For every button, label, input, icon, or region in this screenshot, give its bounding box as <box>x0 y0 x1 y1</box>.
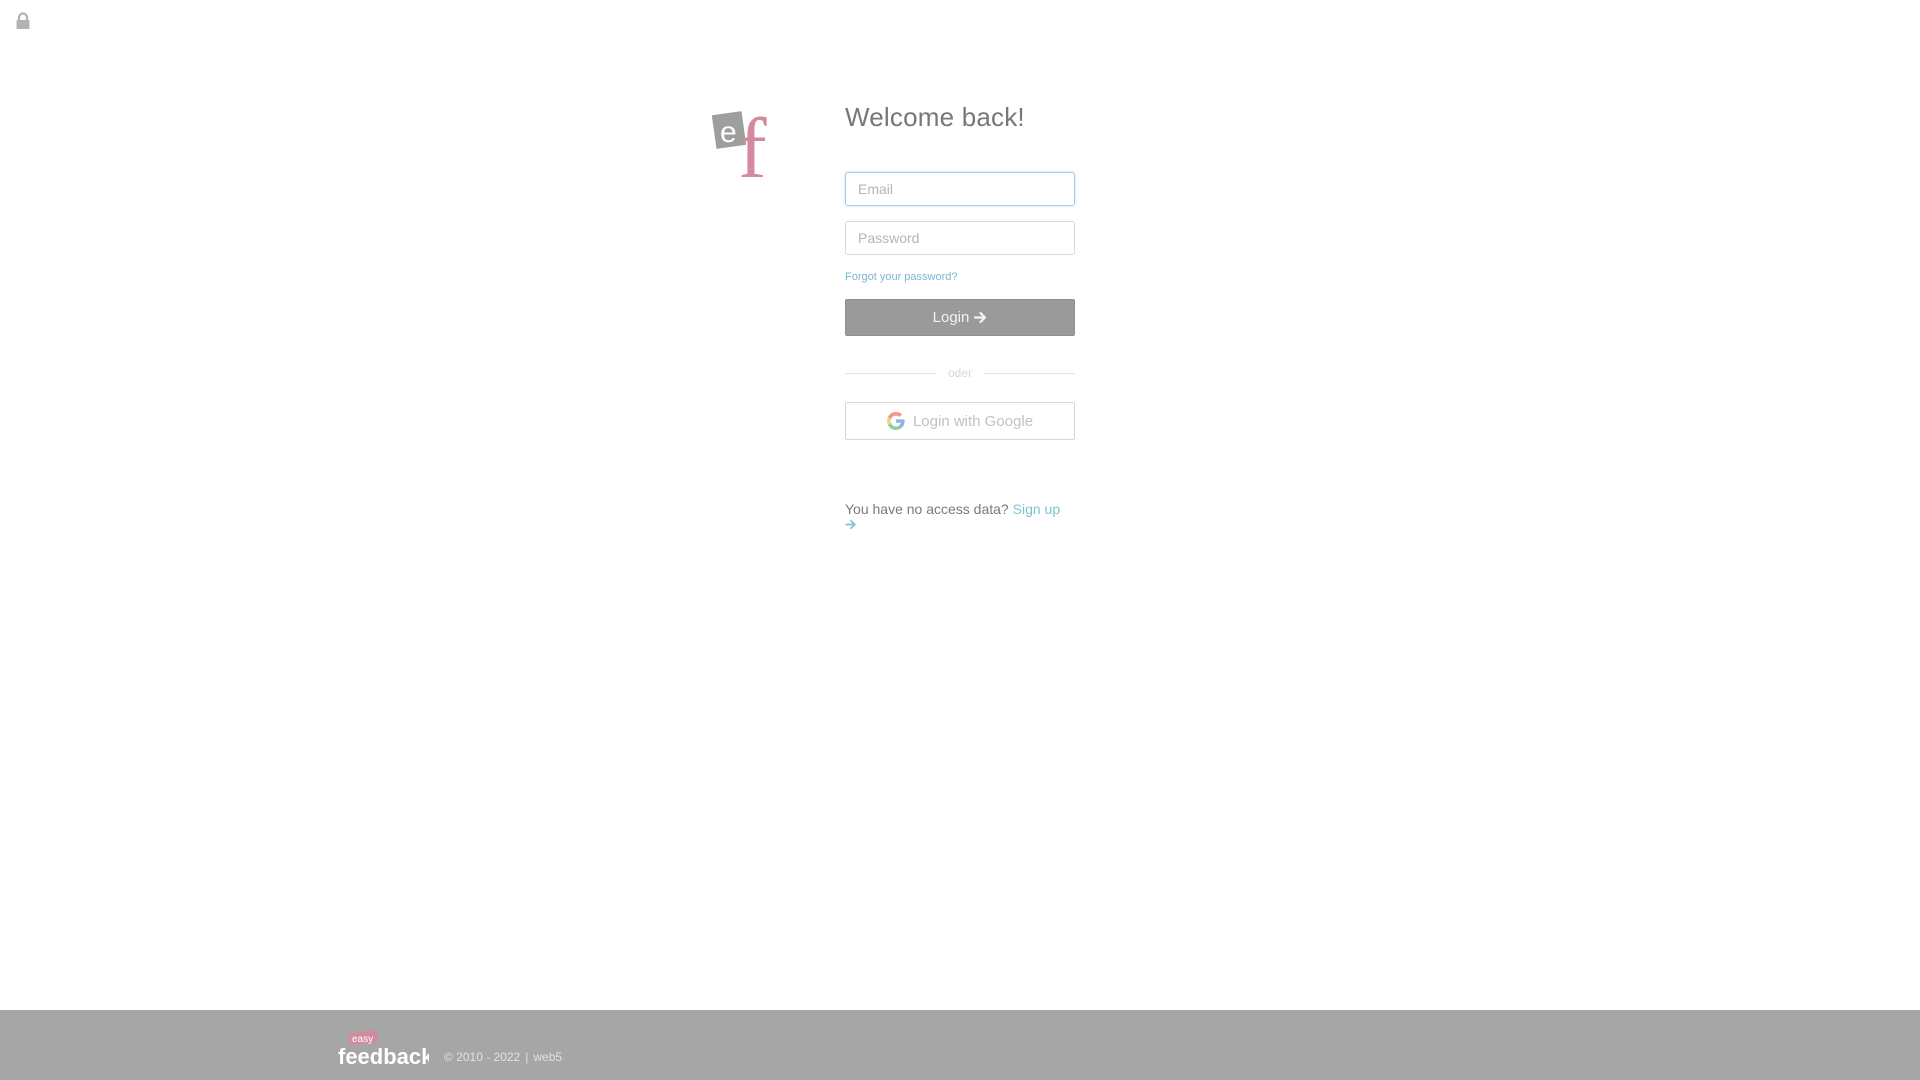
arrow-right-icon <box>974 311 987 324</box>
google-login-button[interactable]: Login with Google <box>845 402 1075 440</box>
login-button-label: Login <box>932 309 970 326</box>
divider-line-right <box>984 372 1075 374</box>
logo-f-letter: f <box>738 100 767 181</box>
signup-prompt: You have no access data? <box>845 501 1009 517</box>
footer-brand-name: feedback <box>338 1044 429 1069</box>
footer-separator: | <box>525 1050 529 1064</box>
server-label: web5 <box>533 1050 563 1064</box>
forgot-password-link[interactable]: Forgot your password? <box>845 271 958 283</box>
login-panel: Welcome back! Forgot your password? Logi… <box>845 98 1075 533</box>
google-login-label: Login with Google <box>912 412 1034 430</box>
brand-logo: e f <box>712 100 767 181</box>
login-button[interactable]: Login <box>845 299 1075 336</box>
logo-e-letter: e <box>720 116 737 149</box>
footer: easy feedback © 2010 - 2022 | web5 <box>0 1010 1920 1080</box>
signup-line: You have no access data? Sign up <box>845 501 1075 533</box>
copyright-text: © 2010 - 2022 <box>444 1050 521 1064</box>
divider-line-left <box>845 372 936 374</box>
google-icon <box>886 412 905 430</box>
footer-brand-logo: easy feedback <box>338 1030 429 1069</box>
page-title: Welcome back! <box>845 102 1025 132</box>
signup-link-label: Sign up <box>1012 501 1061 517</box>
divider: oder <box>845 363 1075 383</box>
email-field[interactable] <box>845 172 1075 206</box>
footer-copyright: © 2010 - 2022 | web5 <box>444 1050 562 1064</box>
arrow-right-icon <box>845 519 856 530</box>
password-field[interactable] <box>845 221 1075 255</box>
lock-icon <box>16 12 30 29</box>
divider-text: oder <box>947 366 973 380</box>
